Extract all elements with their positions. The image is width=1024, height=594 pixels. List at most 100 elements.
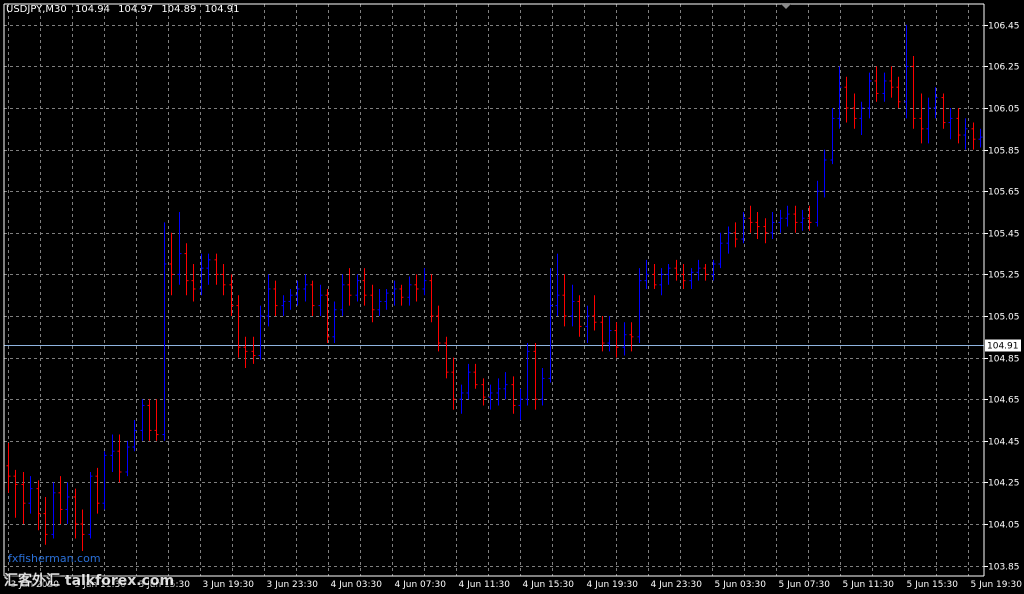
ohlc-bar bbox=[154, 399, 159, 441]
low-value: 104.89 bbox=[161, 4, 197, 15]
ohlc-bar bbox=[896, 76, 901, 108]
price-tag-label: 104.91 bbox=[987, 342, 1019, 352]
ohlc-bar bbox=[214, 253, 219, 285]
y-tick-label: 105.05 bbox=[988, 313, 1020, 323]
x-tick-label: 4 Jun 07:30 bbox=[395, 580, 447, 590]
ohlc-bar bbox=[206, 253, 211, 285]
ohlc-bar bbox=[681, 264, 686, 289]
y-tick-label: 105.65 bbox=[988, 188, 1020, 198]
ohlc-bar bbox=[140, 399, 145, 441]
ohlc-bar bbox=[496, 378, 501, 406]
ohlc-bar bbox=[88, 472, 93, 539]
ohlc-bar bbox=[102, 451, 107, 510]
ohlc-bar bbox=[971, 122, 976, 150]
x-tick-label: 5 Jun 11:30 bbox=[843, 580, 895, 590]
ohlc-bar bbox=[540, 368, 545, 406]
ohlc-bar bbox=[822, 149, 827, 198]
ohlc-bar bbox=[36, 480, 41, 531]
ohlc-bar bbox=[95, 467, 100, 514]
ohlc-bar bbox=[689, 268, 694, 289]
ohlc-bar bbox=[592, 295, 597, 331]
ohlc-bar bbox=[844, 76, 849, 123]
x-tick-label: 4 Jun 03:30 bbox=[331, 580, 383, 590]
ohlc-bar bbox=[614, 322, 619, 358]
ohlc-bar bbox=[288, 288, 293, 310]
ohlc-bar bbox=[488, 384, 493, 410]
ohlc-bar bbox=[436, 305, 441, 352]
ohlc-bar bbox=[600, 316, 605, 352]
ohlc-bar bbox=[703, 264, 708, 281]
chart-header: USDJPY,M30 104.94 104.97 104.89 104.91 bbox=[6, 4, 245, 15]
ohlc-bar bbox=[6, 442, 11, 493]
y-tick-label: 104.05 bbox=[988, 521, 1020, 531]
ohlc-bars bbox=[6, 24, 983, 552]
ohlc-bar bbox=[674, 259, 679, 281]
ohlc-bar bbox=[414, 274, 419, 302]
price-chart[interactable]: 106.45 106.25 106.05 105.85 105.65 105.45 105.… bbox=[0, 0, 1024, 594]
ohlc-bar bbox=[273, 280, 278, 316]
ohlc-bar bbox=[644, 259, 649, 289]
ohlc-bar bbox=[562, 274, 567, 327]
ohlc-bar bbox=[28, 476, 33, 514]
ohlc-bar bbox=[770, 212, 775, 240]
ohlc-bar bbox=[889, 66, 894, 98]
y-tick-label: 105.85 bbox=[988, 147, 1020, 157]
x-tick-label: 4 Jun 15:30 bbox=[523, 580, 575, 590]
ohlc-bar bbox=[355, 274, 360, 302]
ohlc-bar bbox=[585, 305, 590, 344]
ohlc-bar bbox=[332, 301, 337, 344]
symbol-label: USDJPY,M30 bbox=[6, 4, 67, 15]
ohlc-bar bbox=[65, 482, 70, 524]
chart-window[interactable]: 106.45 106.25 106.05 105.85 105.65 105.45 105.… bbox=[0, 0, 1024, 594]
x-tick-label: 5 Jun 15:30 bbox=[907, 580, 959, 590]
x-tick-label: 4 Jun 11:30 bbox=[459, 580, 511, 590]
ohlc-bar bbox=[58, 476, 63, 524]
x-tick-label: 4 Jun 23:30 bbox=[651, 580, 703, 590]
high-value: 104.97 bbox=[118, 4, 154, 15]
ohlc-bar bbox=[548, 268, 553, 383]
ohlc-bar bbox=[429, 274, 434, 323]
ohlc-bar bbox=[867, 72, 872, 119]
x-tick-label: 3 Jun 19:30 bbox=[203, 580, 255, 590]
ohlc-bar bbox=[793, 205, 798, 233]
open-value: 104.94 bbox=[74, 4, 110, 15]
y-axis: 106.45 106.25 106.05 105.85 105.65 105.45 105.… bbox=[984, 22, 1020, 573]
ohlc-bar bbox=[652, 264, 657, 289]
ohlc-bar bbox=[73, 488, 78, 539]
ohlc-bar bbox=[191, 264, 196, 302]
ohlc-bar bbox=[392, 280, 397, 306]
y-tick-label: 104.45 bbox=[988, 438, 1020, 448]
ohlc-bar bbox=[251, 336, 256, 364]
ohlc-bar bbox=[473, 363, 478, 389]
watermark-site: fxfisherman.com bbox=[8, 552, 101, 565]
chart-shift-marker-icon[interactable] bbox=[781, 4, 791, 9]
y-tick-label: 105.25 bbox=[988, 271, 1020, 281]
ohlc-bar bbox=[243, 336, 248, 368]
ohlc-bar bbox=[377, 288, 382, 316]
ohlc-bar bbox=[659, 268, 664, 296]
ohlc-bar bbox=[407, 276, 412, 306]
ohlc-bar bbox=[347, 268, 352, 306]
ohlc-bar bbox=[785, 205, 790, 227]
ohlc-bar bbox=[511, 376, 516, 414]
ohlc-bar bbox=[481, 378, 486, 406]
current-price-tag: 104.91 bbox=[985, 339, 1021, 352]
ohlc-bar bbox=[221, 264, 226, 296]
ohlc-bar bbox=[570, 284, 575, 327]
x-tick-label: 5 Jun 03:30 bbox=[715, 580, 767, 590]
y-tick-label: 104.25 bbox=[988, 479, 1020, 489]
ohlc-bar bbox=[51, 482, 56, 539]
ohlc-bar bbox=[919, 93, 924, 144]
ohlc-bar bbox=[310, 280, 315, 316]
y-tick-label: 104.65 bbox=[988, 396, 1020, 406]
watermark-forum: 汇客外汇 talkforex.com bbox=[4, 573, 175, 589]
ohlc-bar bbox=[399, 284, 404, 306]
ohlc-bar bbox=[340, 274, 345, 316]
y-tick-label: 103.85 bbox=[988, 563, 1020, 573]
ohlc-bar bbox=[733, 222, 738, 248]
ohlc-bar bbox=[666, 264, 671, 285]
ohlc-bar bbox=[978, 128, 983, 148]
ohlc-bar bbox=[956, 108, 961, 144]
ohlc-bar bbox=[941, 93, 946, 129]
ohlc-bar bbox=[184, 243, 189, 296]
